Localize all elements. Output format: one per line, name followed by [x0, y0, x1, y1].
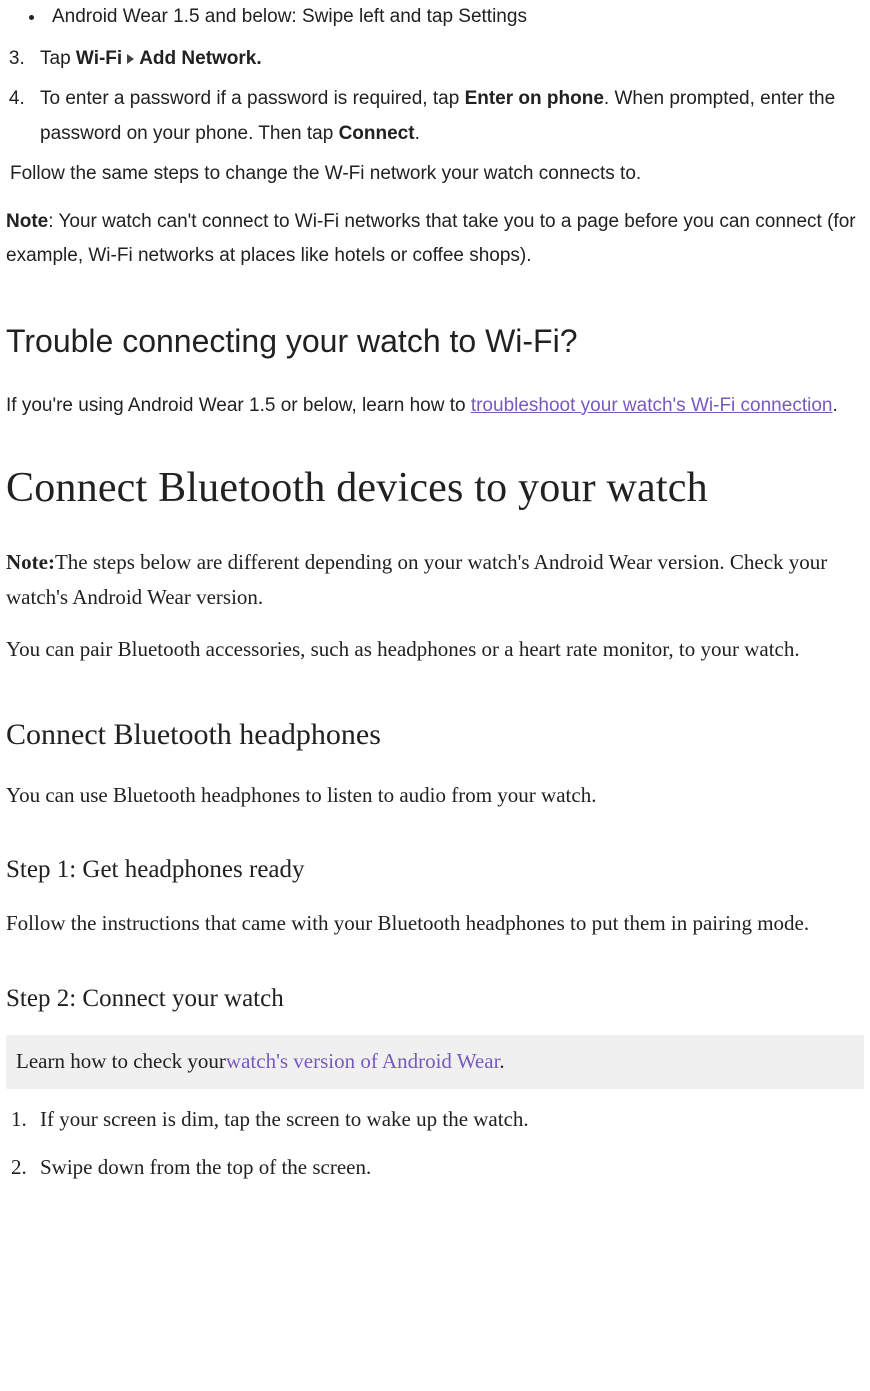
connect-label: Connect: [339, 123, 415, 144]
shaded-callout: Learn how to check yourwatch's version o…: [6, 1035, 864, 1089]
heading-bt-headphones: Connect Bluetooth headphones: [6, 708, 864, 762]
bullet-item: Android Wear 1.5 and below: Swipe left a…: [46, 0, 864, 34]
add-network-label: Add Network.: [139, 48, 261, 69]
note-label: Note:: [6, 550, 55, 574]
text: .: [832, 395, 837, 416]
heading-connect-bluetooth: Connect Bluetooth devices to your watch: [6, 451, 864, 527]
numbered-list-wifi: Tap Wi-Fi Add Network. To enter a passwor…: [6, 42, 864, 151]
note-text: : Your watch can't connect to Wi-Fi netw…: [6, 211, 856, 266]
bt-intro-paragraph: You can pair Bluetooth accessories, such…: [6, 632, 864, 668]
step1-paragraph: Follow the instructions that came with y…: [6, 906, 864, 942]
wi-fi-label: Wi-Fi: [76, 48, 122, 69]
document-body: Android Wear 1.5 and below: Swipe left a…: [0, 0, 870, 1215]
list-item-4: To enter a password if a password is req…: [30, 82, 864, 150]
note-label: Note: [6, 211, 48, 232]
text: If you're using Android Wear 1.5 or belo…: [6, 395, 471, 416]
note-paragraph: Note: Your watch can't connect to Wi-Fi …: [6, 205, 864, 273]
list-item-1: If your screen is dim, tap the screen to…: [32, 1101, 864, 1139]
troubleshoot-wifi-link[interactable]: troubleshoot your watch's Wi-Fi connecti…: [471, 395, 833, 416]
android-wear-version-link[interactable]: watch's version of Android Wear: [226, 1049, 499, 1073]
text: Learn how to check your: [16, 1049, 226, 1073]
note-text: The steps below are different depending …: [6, 550, 827, 610]
heading-step2: Step 2: Connect your watch: [6, 976, 864, 1021]
text: .: [499, 1049, 504, 1073]
follow-paragraph: Follow the same steps to change the W-Fi…: [10, 157, 864, 191]
headphones-paragraph: You can use Bluetooth headphones to list…: [6, 778, 864, 814]
bt-note-paragraph: Note:The steps below are different depen…: [6, 545, 864, 616]
list-item-2: Swipe down from the top of the screen.: [32, 1149, 864, 1187]
trouble-paragraph: If you're using Android Wear 1.5 or belo…: [6, 389, 864, 423]
numbered-list-bt: If your screen is dim, tap the screen to…: [6, 1101, 864, 1187]
enter-on-phone-label: Enter on phone: [465, 88, 604, 109]
bullet-list: Android Wear 1.5 and below: Swipe left a…: [6, 0, 864, 34]
text: .: [415, 123, 420, 144]
heading-trouble-wifi: Trouble connecting your watch to Wi-Fi?: [6, 313, 864, 371]
arrow-right-icon: [127, 54, 134, 64]
list-item-3: Tap Wi-Fi Add Network.: [30, 42, 864, 76]
text: To enter a password if a password is req…: [40, 88, 465, 109]
heading-step1: Step 1: Get headphones ready: [6, 847, 864, 892]
text: Tap: [40, 48, 76, 69]
